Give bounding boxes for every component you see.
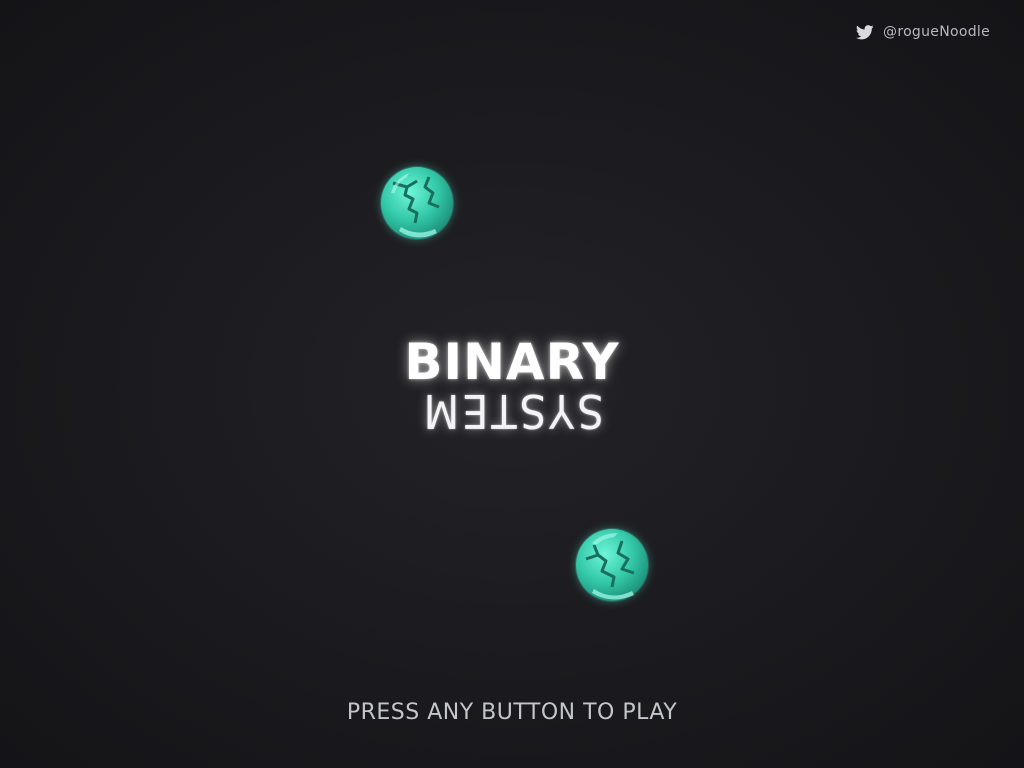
press-any-button-prompt[interactable]: PRESS ANY BUTTON TO PLAY xyxy=(0,700,1024,725)
planet-icon xyxy=(572,525,652,605)
twitter-credit: @rogueNoodle xyxy=(856,24,990,40)
twitter-handle[interactable]: @rogueNoodle xyxy=(883,24,990,40)
title-binary: BINARY xyxy=(404,333,620,391)
game-title-screen[interactable]: @rogueNoodle BINARY SYSTEM PRESS ANY BUT… xyxy=(0,0,1024,768)
planet-icon xyxy=(377,163,457,243)
title-system-mirrored: SYSTEM xyxy=(420,384,604,438)
twitter-bird-icon xyxy=(856,24,874,40)
